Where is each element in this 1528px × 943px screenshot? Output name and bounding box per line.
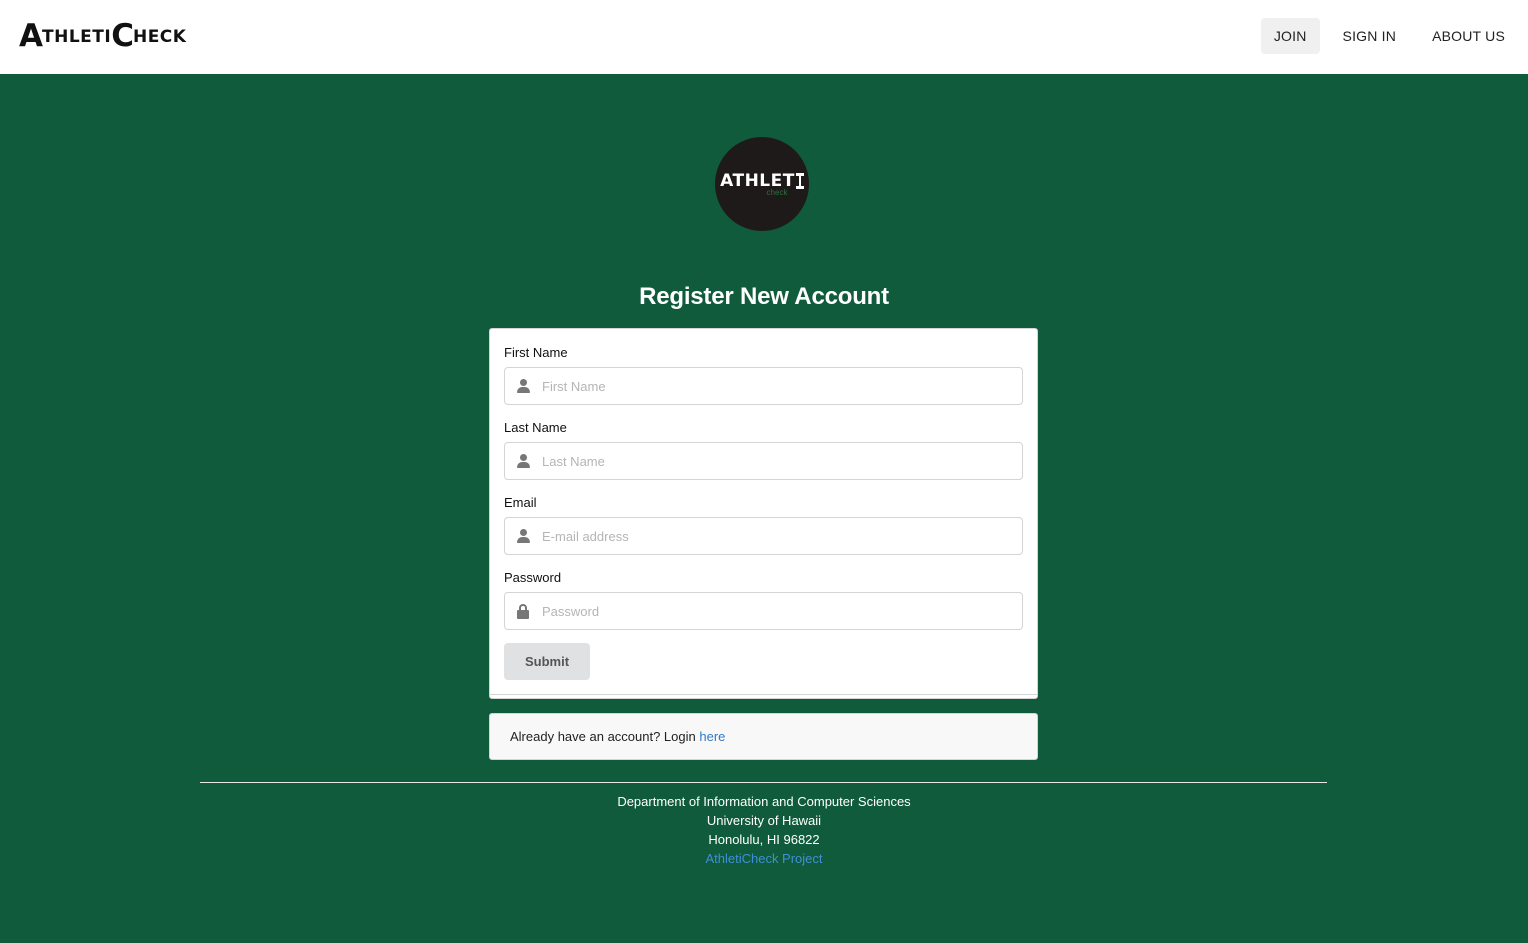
brand-text-2: HECK xyxy=(132,27,187,47)
footer-address: Honolulu, HI 96822 xyxy=(708,832,820,847)
athleticheck-logo: ATHLET check xyxy=(715,137,809,231)
logo-sub-text: check xyxy=(766,188,788,197)
password-field-group: Password xyxy=(504,570,1023,630)
last-name-input-wrapper xyxy=(504,442,1023,480)
password-input-wrapper xyxy=(504,592,1023,630)
nav-about-us[interactable]: ABOUT US xyxy=(1419,18,1518,54)
dumbbell-icon xyxy=(795,172,804,190)
first-name-input[interactable] xyxy=(505,368,1022,404)
login-prompt-text: Already have an account? Login xyxy=(510,729,700,744)
footer: Department of Information and Computer S… xyxy=(0,792,1528,868)
register-form: First Name Last Name Email Password Subm… xyxy=(489,328,1038,699)
last-name-input[interactable] xyxy=(505,443,1022,479)
form-divider xyxy=(490,694,1037,695)
password-label: Password xyxy=(504,570,562,585)
submit-button[interactable]: Submit xyxy=(504,643,590,680)
brand-logo[interactable]: A THLETI C HECK xyxy=(19,18,186,52)
login-prompt: Already have an account? Login here xyxy=(489,713,1038,760)
email-input[interactable] xyxy=(505,518,1022,554)
footer-project-link[interactable]: AthletiCheck Project xyxy=(705,851,822,866)
last-name-field-group: Last Name xyxy=(504,420,1023,480)
last-name-label: Last Name xyxy=(504,420,567,435)
footer-divider xyxy=(200,782,1327,783)
first-name-field-group: First Name xyxy=(504,345,1023,405)
footer-department: Department of Information and Computer S… xyxy=(617,794,911,809)
login-here-link[interactable]: here xyxy=(699,729,725,744)
nav-menu: JOIN SIGN IN ABOUT US xyxy=(1251,18,1518,54)
email-field-group: Email xyxy=(504,495,1023,555)
password-input[interactable] xyxy=(505,593,1022,629)
top-navbar: A THLETI C HECK JOIN SIGN IN ABOUT US xyxy=(0,0,1528,74)
brand-text-1: THLETI xyxy=(42,27,112,47)
email-label: Email xyxy=(504,495,537,510)
first-name-label: First Name xyxy=(504,345,568,360)
page-title: Register New Account xyxy=(639,283,889,310)
nav-sign-in[interactable]: SIGN IN xyxy=(1330,18,1410,54)
first-name-input-wrapper xyxy=(504,367,1023,405)
email-input-wrapper xyxy=(504,517,1023,555)
logo-main-text-row: ATHLET xyxy=(720,171,804,191)
nav-join[interactable]: JOIN xyxy=(1260,18,1320,54)
footer-university: University of Hawaii xyxy=(706,813,822,828)
brand-letter-c: C xyxy=(111,18,134,54)
brand-letter-a: A xyxy=(19,18,43,54)
